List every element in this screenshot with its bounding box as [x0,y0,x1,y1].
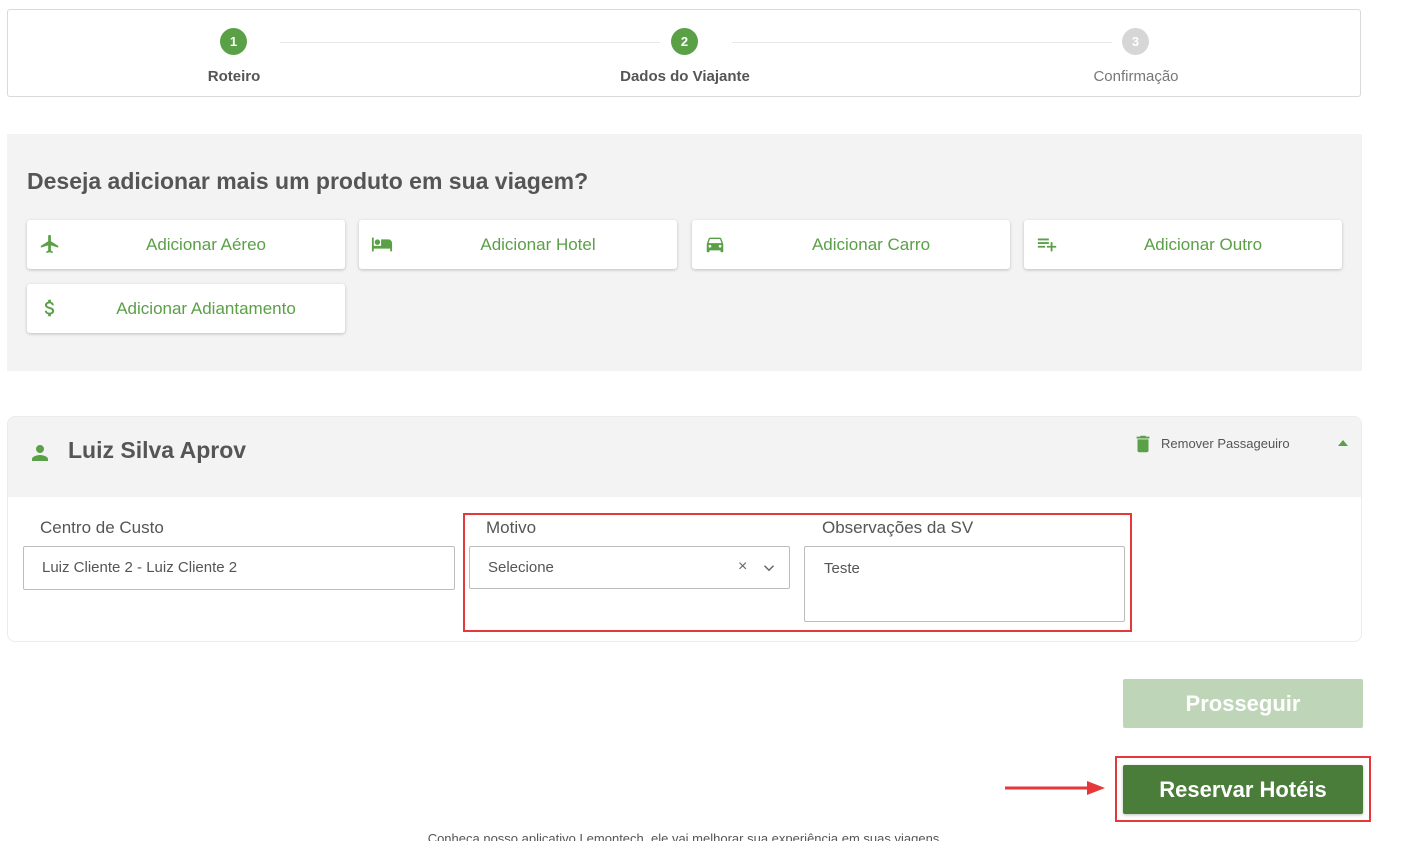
proceed-button[interactable]: Prosseguir [1123,679,1363,728]
add-advance-button[interactable]: Adicionar Adiantamento [27,284,345,333]
add-hotel-label: Adicionar Hotel [480,235,596,254]
step-number: 2 [671,28,698,55]
step-number: 1 [220,28,247,55]
add-advance-label: Adicionar Adiantamento [116,299,296,318]
dollar-icon [44,299,55,317]
remove-passenger-label: Remover Passageuiro [1161,436,1290,451]
add-car-label: Adicionar Carro [811,235,931,254]
step-label: Dados do Viajante [620,68,750,85]
add-product-title: Deseja adicionar mais um produto em sua … [27,168,589,194]
progress-stepper: 1 Roteiro 2 Dados do Viajante 3 Confirma… [7,9,1361,97]
airplane-icon [40,234,59,254]
cost-center-value: Luiz Cliente 2 - Luiz Cliente 2 [42,559,238,576]
car-icon [706,237,724,253]
add-flight-label: Adicionar Aéreo [145,235,267,254]
bed-icon [371,237,393,252]
passenger-name: Luiz Silva Aprov [68,437,247,463]
add-product-panel: Deseja adicionar mais um produto em sua … [7,134,1362,371]
highlight-box [463,513,1132,632]
cost-center-label: Centro de Custo [40,518,164,537]
add-flight-button[interactable]: Adicionar Aéreo [27,220,345,269]
collapse-caret-icon[interactable] [1338,440,1348,446]
step-connector [732,42,1112,43]
cost-center-field[interactable]: Luiz Cliente 2 - Luiz Cliente 2 [23,546,455,590]
step-number: 3 [1122,28,1149,55]
add-other-label: Adicionar Outro [1143,235,1263,254]
step-label: Roteiro [207,68,261,85]
step-connector [280,42,660,43]
arrow-annotation-icon [1005,781,1105,795]
playlist-add-icon [1037,238,1057,252]
add-other-button[interactable]: Adicionar Outro [1024,220,1342,269]
person-icon [32,445,48,461]
add-car-button[interactable]: Adicionar Carro [692,220,1010,269]
footer-app-promo: Conheça nosso aplicativo Lemontech, ele … [427,831,940,841]
add-hotel-button[interactable]: Adicionar Hotel [359,220,677,269]
step-label: Confirmação [1093,68,1179,85]
trash-icon [1136,435,1150,453]
passenger-header[interactable]: Luiz Silva Aprov Remover Passageuiro [8,417,1361,497]
reserve-hotels-button[interactable]: Reservar Hotéis [1123,765,1363,814]
